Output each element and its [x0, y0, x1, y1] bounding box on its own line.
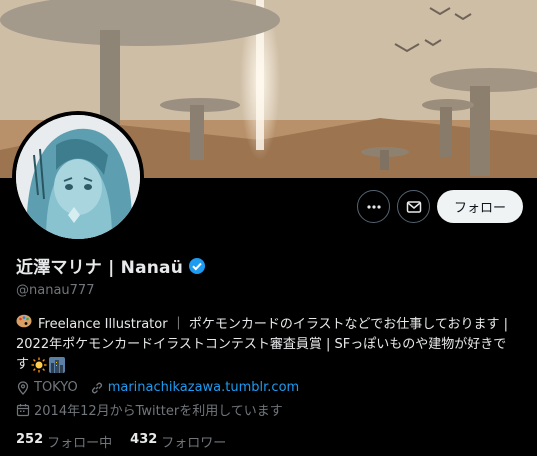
followers-count: 432 [130, 432, 158, 447]
location-icon [17, 380, 29, 395]
more-icon [366, 204, 381, 209]
display-name: 近澤マリナ | Nanaü [16, 258, 184, 278]
following-count: 252 [16, 432, 44, 447]
bio-line-1: Freelance Illustrator ｜ ポケモンカードのイラストなどでお… [38, 316, 509, 332]
following-link[interactable]: 252 フォロー中 [16, 432, 130, 451]
followers-label: フォロワー [161, 436, 227, 451]
bio-line-3: す [16, 357, 30, 372]
avatar-illustration [16, 115, 140, 239]
message-icon [406, 200, 421, 213]
following-label: フォロー中 [47, 436, 113, 451]
display-name-row: 近澤マリナ | Nanaü [16, 253, 206, 278]
profile-bio: Freelance Illustrator ｜ ポケモンカードのイラストなどでお… [16, 314, 526, 375]
sun-icon [31, 357, 47, 373]
avatar[interactable] [12, 111, 144, 243]
message-button[interactable] [397, 190, 430, 223]
joined-row: 2014年12月からTwitterを利用しています [16, 400, 295, 419]
follow-button[interactable]: フォロー [437, 190, 523, 223]
website-item: marinachikazawa.tumblr.com [90, 380, 300, 395]
followers-link[interactable]: 432 フォロワー [130, 432, 244, 451]
joined-text: 2014年12月からTwitterを利用しています [34, 404, 283, 419]
palette-icon [16, 314, 32, 335]
link-icon [91, 382, 102, 393]
location-text: TOKYO [34, 380, 78, 395]
joined-item: 2014年12月からTwitterを利用しています [16, 400, 283, 419]
location-item: TOKYO [16, 380, 78, 395]
verified-icon[interactable] [188, 257, 206, 275]
follow-stats: 252 フォロー中 432 フォロワー [16, 432, 244, 451]
website-link[interactable]: marinachikazawa.tumblr.com [108, 380, 300, 395]
profile-meta: TOKYO marinachikazawa.tumblr.com [16, 380, 311, 395]
calendar-icon [16, 403, 30, 416]
user-handle: @nanau777 [16, 283, 95, 298]
more-options-button[interactable] [357, 190, 390, 223]
bio-line-2: 2022年ポケモンカードイラストコンテスト審査員賞 | SFっぽいものや建物が好… [16, 337, 507, 352]
avatar-image [16, 115, 140, 239]
city-icon [49, 357, 66, 373]
